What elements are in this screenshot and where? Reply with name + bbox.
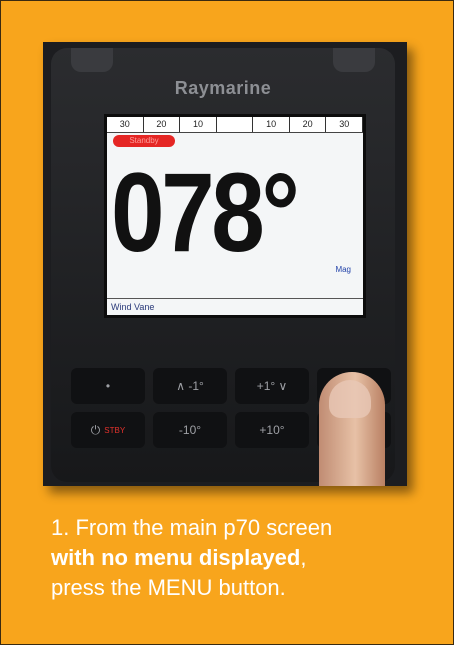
- scale-tick: 30: [326, 117, 364, 132]
- power-icon: ⏻: [90, 422, 101, 437]
- display-screen: 30 20 10 10 20 30 Standby 078° Mag Wind …: [104, 114, 366, 318]
- instruction-card: Raymarine 30 20 10 10 20 30 Standby 078°…: [0, 0, 454, 645]
- heading-scale: 30 20 10 10 20 30: [107, 117, 364, 133]
- heading-unit: Mag: [335, 265, 351, 274]
- heading-readout: 078°: [111, 150, 300, 275]
- scale-tick: 20: [144, 117, 181, 132]
- fingernail: [329, 380, 371, 418]
- caption-emphasis: with no menu displayed: [51, 545, 301, 570]
- scale-tick: [217, 117, 254, 132]
- caption-step: 1. From the main p70 screen: [51, 515, 333, 540]
- dot-button[interactable]: •: [71, 368, 145, 404]
- scale-tick: 10: [253, 117, 290, 132]
- caption-instruction: press the MENU button.: [51, 575, 286, 600]
- caption-comma: ,: [300, 545, 307, 570]
- plus-1-button[interactable]: +1° ∨: [235, 368, 309, 404]
- minus-10-button[interactable]: -10°: [153, 412, 227, 448]
- pressing-finger: [319, 372, 385, 486]
- bezel-clip-left: [71, 48, 113, 72]
- plus-10-button[interactable]: +10°: [235, 412, 309, 448]
- scale-tick: 20: [290, 117, 327, 132]
- scale-tick: 10: [180, 117, 217, 132]
- minus-1-button[interactable]: ∧ -1°: [153, 368, 227, 404]
- mode-footer: Wind Vane: [107, 298, 363, 315]
- brand-logo: Raymarine: [174, 78, 272, 98]
- mode-badge: Standby: [113, 135, 175, 147]
- autopilot-photo: Raymarine 30 20 10 10 20 30 Standby 078°…: [43, 42, 407, 486]
- scale-tick: 30: [107, 117, 144, 132]
- standby-label: STBY: [104, 425, 126, 435]
- bezel-clip-right: [333, 48, 375, 72]
- instruction-caption: 1. From the main p70 screen with no menu…: [51, 513, 431, 603]
- power-standby-button[interactable]: ⏻ STBY: [71, 412, 145, 448]
